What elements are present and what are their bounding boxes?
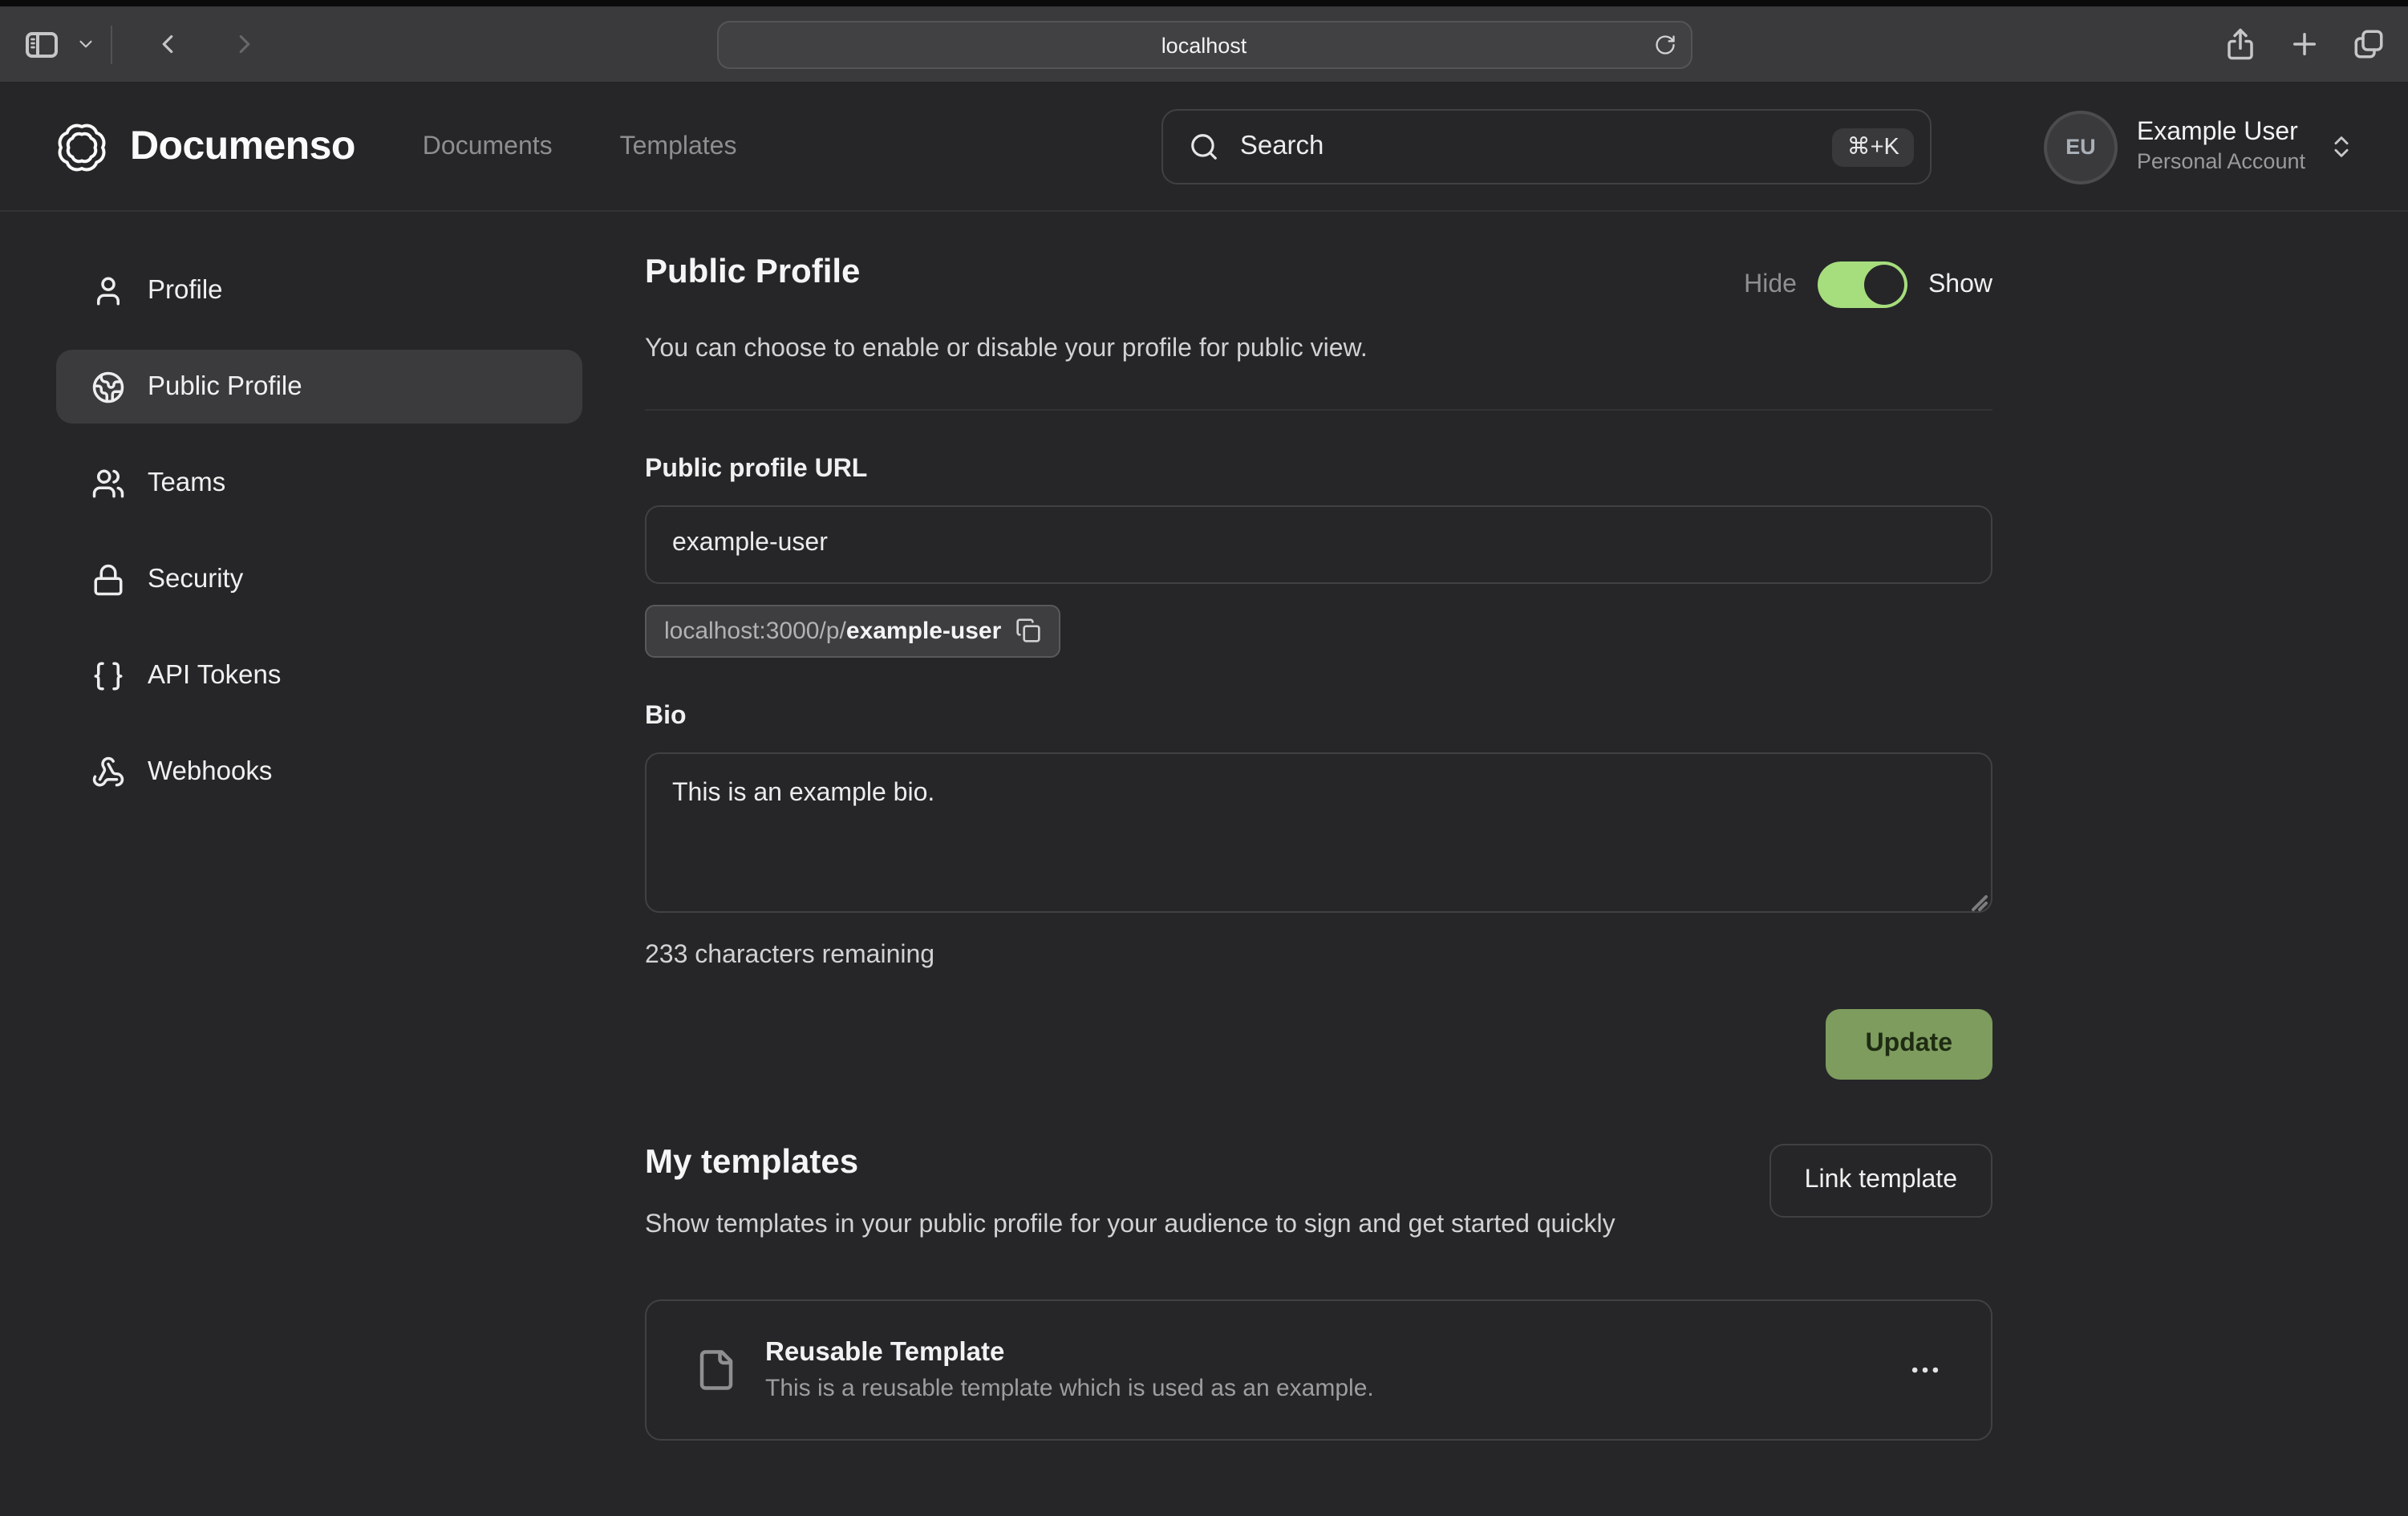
chevron-right-icon (229, 29, 260, 59)
bio-textarea[interactable]: This is an example bio. (645, 752, 1992, 913)
toolbar-divider (111, 25, 112, 63)
user-name: Example User (2137, 117, 2305, 149)
reload-button[interactable] (1653, 34, 1676, 56)
template-card: Reusable Template This is a reusable tem… (645, 1299, 1992, 1441)
file-icon (695, 1344, 738, 1396)
link-template-button[interactable]: Link template (1770, 1144, 1992, 1218)
page-description: You can choose to enable or disable your… (645, 330, 1992, 371)
template-options-button[interactable] (1907, 1352, 1943, 1388)
search-shortcut-badge: ⌘+K (1833, 128, 1914, 166)
profile-url-preview: localhost:3000/p/example-user (645, 605, 1060, 658)
copy-url-button[interactable] (1015, 618, 1041, 644)
settings-sidebar: Profile Public Profile Teams (56, 253, 582, 1441)
toggle-show-label: Show (1928, 270, 1992, 299)
my-templates-description: Show templates in your public profile fo… (645, 1205, 1615, 1246)
public-profile-settings: Public Profile Hide Show You can choose … (645, 253, 1992, 1441)
resize-grip-icon[interactable] (1972, 895, 1988, 911)
avatar[interactable]: EU (2044, 110, 2118, 184)
window-top-edge (0, 0, 2408, 6)
my-templates-section: My templates Show templates in your publ… (645, 1144, 1992, 1441)
bio-field-label: Bio (645, 703, 1992, 732)
sidebar-item-label: Teams (148, 468, 225, 498)
plus-icon (2288, 27, 2321, 61)
account-type: Personal Account (2137, 149, 2305, 176)
nav-documents[interactable]: Documents (423, 132, 553, 161)
webhook-icon (91, 755, 125, 788)
user-icon (91, 274, 125, 307)
my-templates-title: My templates (645, 1144, 1615, 1182)
url-slug: example-user (846, 618, 1001, 645)
sidebar-item-label: Webhooks (148, 756, 272, 787)
nav-templates[interactable]: Templates (620, 132, 737, 161)
sidebar-item-label: Profile (148, 275, 223, 306)
chevron-down-icon (75, 34, 96, 55)
template-name: Reusable Template (765, 1338, 1374, 1368)
profile-visibility-toggle[interactable] (1818, 261, 1907, 308)
update-button[interactable]: Update (1826, 1009, 1992, 1080)
browser-window: localhost (0, 0, 2408, 1516)
url-field-label: Public profile URL (645, 456, 1992, 484)
sidebar-item-public-profile[interactable]: Public Profile (56, 350, 582, 424)
search-icon (1189, 132, 1219, 162)
globe-icon (91, 370, 125, 403)
sidebar-item-webhooks[interactable]: Webhooks (56, 735, 582, 809)
url-prefix: localhost:3000/p/ (664, 618, 846, 645)
visibility-toggle-row: Hide Show (1744, 261, 1992, 308)
tabs-icon (2352, 27, 2386, 61)
toggle-knob (1864, 265, 1904, 305)
browser-toolbar: localhost (0, 6, 2408, 83)
share-icon (2224, 27, 2257, 61)
sidebar-item-security[interactable]: Security (56, 542, 582, 616)
account-menu-button[interactable]: EU Example User Personal Account (2044, 110, 2355, 184)
ellipsis-icon (1907, 1352, 1943, 1388)
share-button[interactable] (2224, 27, 2257, 61)
sidebar-item-profile[interactable]: Profile (56, 253, 582, 327)
brand-title: Documenso (130, 124, 355, 170)
address-url: localhost (1161, 33, 1247, 57)
toggle-hide-label: Hide (1744, 270, 1797, 299)
back-button[interactable] (152, 29, 183, 59)
sidebar-item-label: API Tokens (148, 660, 281, 691)
app-header: Documenso Documents Templates Search ⌘+K… (0, 83, 2408, 212)
address-bar[interactable]: localhost (716, 21, 1692, 69)
users-icon (91, 466, 125, 500)
chevrons-up-down-icon (2328, 133, 2355, 160)
page-title: Public Profile (645, 253, 860, 292)
chevron-left-icon (152, 29, 183, 59)
brand[interactable]: Documenso (53, 118, 355, 176)
template-description: This is a reusable template which is use… (765, 1375, 1374, 1402)
search-bar[interactable]: Search ⌘+K (1161, 109, 1932, 184)
lock-icon (91, 562, 125, 596)
braces-icon (91, 659, 125, 692)
sidebar-item-teams[interactable]: Teams (56, 446, 582, 520)
sidebar-panel-icon (22, 25, 61, 63)
sidebar-item-label: Security (148, 564, 243, 594)
public-profile-url-input[interactable] (645, 505, 1992, 584)
search-placeholder: Search (1240, 132, 1324, 162)
main-nav: Documents Templates (423, 132, 737, 161)
sidebar-item-api-tokens[interactable]: API Tokens (56, 638, 582, 712)
documenso-logo-icon (53, 118, 111, 176)
reload-icon (1653, 34, 1676, 56)
new-tab-button[interactable] (2288, 27, 2321, 61)
forward-button[interactable] (229, 29, 260, 59)
tabs-overview-button[interactable] (2352, 27, 2386, 61)
section-divider (645, 409, 1992, 411)
sidebar-item-label: Public Profile (148, 371, 302, 402)
chars-remaining: 233 characters remaining (645, 942, 1992, 971)
sidebar-toggle-button[interactable] (22, 25, 61, 63)
toolbar-dropdown-button[interactable] (75, 34, 96, 55)
copy-icon (1015, 618, 1041, 644)
